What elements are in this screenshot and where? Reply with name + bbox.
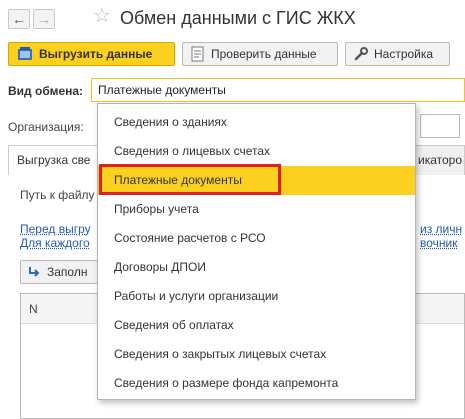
organization-label: Организация: <box>8 120 84 134</box>
dropdown-item[interactable]: Сведения о зданиях <box>98 108 415 137</box>
wrench-icon <box>354 47 368 61</box>
dropdown-item[interactable]: Работы и услуги организации <box>98 282 415 311</box>
dropdown-item[interactable]: Договоры ДПОИ <box>98 253 415 282</box>
dropdown-item-selected[interactable]: Платежные документы <box>98 166 415 195</box>
fill-arrow-icon <box>29 267 40 277</box>
file-path-label: Путь к файлу <box>20 188 95 202</box>
exchange-type-field[interactable]: Платежные документы <box>91 78 465 102</box>
favorite-star-icon[interactable]: ☆ <box>93 6 111 26</box>
organization-field[interactable] <box>420 114 460 138</box>
dropdown-item[interactable]: Состояние расчетов с РСО <box>98 224 415 253</box>
exchange-type-label: Вид обмена: <box>8 84 84 98</box>
upload-data-button[interactable]: Выгрузить данные <box>8 42 175 66</box>
tab-identifiers[interactable]: икаторо <box>415 145 465 175</box>
tab-upload[interactable]: Выгрузка све <box>8 145 100 175</box>
arrow-right-icon: → <box>37 11 51 27</box>
info-link-1[interactable]: Перед выгру <box>20 222 91 236</box>
settings-button[interactable]: Настройка <box>345 42 450 66</box>
dropdown-item[interactable]: Сведения о лицевых счетах <box>98 137 415 166</box>
dropdown-item[interactable]: Сведения об оплатах <box>98 311 415 340</box>
dropdown-item[interactable]: Приборы учета <box>98 195 415 224</box>
document-check-icon <box>191 46 204 62</box>
info-link-2-tail[interactable]: вочник <box>420 236 457 250</box>
page-title: Обмен данными с ГИС ЖКХ <box>120 8 356 28</box>
exchange-type-dropdown: Сведения о зданиях Сведения о лицевых сч… <box>97 103 416 400</box>
upload-icon <box>18 47 32 60</box>
dropdown-item[interactable]: Сведения о закрытых лицевых счетах <box>98 340 415 369</box>
back-button[interactable]: ← <box>8 9 30 29</box>
arrow-left-icon: ← <box>12 11 26 27</box>
info-link-2[interactable]: Для каждого <box>20 236 90 250</box>
info-link-1-tail[interactable]: из личн <box>420 222 462 236</box>
dropdown-item[interactable]: Сведения о размере фонда капремонта <box>98 369 415 398</box>
check-data-button[interactable]: Проверить данные <box>182 42 338 66</box>
forward-button[interactable]: → <box>33 9 55 29</box>
